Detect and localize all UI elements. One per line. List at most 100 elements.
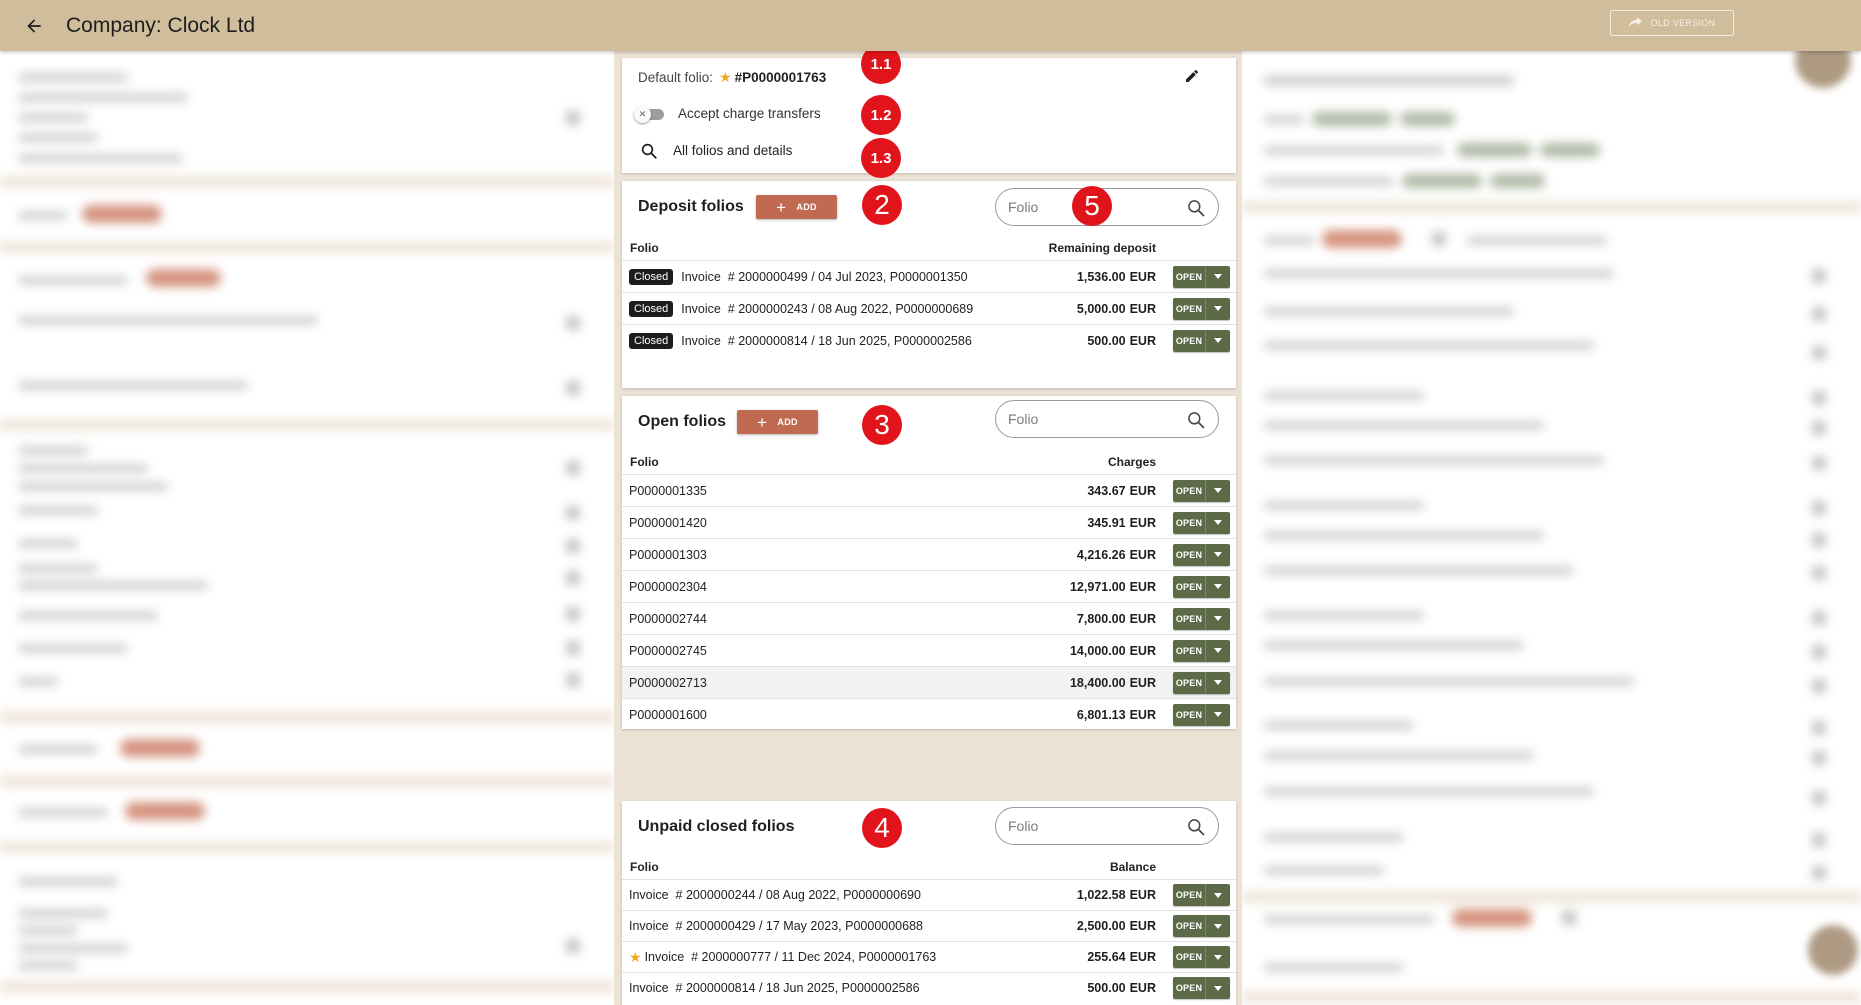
open-button[interactable]: OPEN — [1173, 479, 1205, 502]
table-row[interactable]: P0000001303 4,216.26 EUR OPEN — [622, 538, 1236, 570]
table-row[interactable]: P0000002304 12,971.00 EUR OPEN — [622, 570, 1236, 602]
search-icon[interactable] — [1186, 410, 1206, 430]
table-row[interactable]: P0000002713 18,400.00 EUR OPEN — [622, 666, 1236, 698]
amount-cell: 343.67 EUR — [1087, 484, 1156, 498]
folio-text: Invoice # 2000000777 / 11 Dec 2024, P000… — [644, 950, 937, 964]
open-folio-search-input[interactable] — [1008, 411, 1178, 427]
folio-text: P0000001335 — [629, 483, 707, 498]
amount-value: 500.00 — [1087, 333, 1126, 348]
unpaid-col-balance: Balance — [1109, 860, 1156, 874]
open-button[interactable]: OPEN — [1173, 265, 1205, 288]
open-dropdown-button[interactable] — [1205, 607, 1230, 630]
open-dropdown-button[interactable] — [1205, 915, 1230, 937]
open-dropdown-button[interactable] — [1205, 639, 1230, 662]
open-dropdown-button[interactable] — [1205, 297, 1230, 320]
amount-cell: 5,000.00 EUR — [1077, 302, 1156, 316]
table-row[interactable]: P0000001335 343.67 EUR OPEN — [622, 474, 1236, 506]
open-button[interactable]: OPEN — [1173, 607, 1205, 630]
open-button[interactable]: OPEN — [1173, 671, 1205, 694]
folio-text: Invoice # 2000000244 / 08 Aug 2022, P000… — [629, 888, 921, 902]
open-button[interactable]: OPEN — [1173, 543, 1205, 566]
page-title: Company: Clock Ltd — [66, 13, 256, 37]
amount-value: 1,022.58 — [1076, 888, 1126, 902]
open-button-group: OPEN — [1173, 946, 1230, 968]
open-dropdown-button[interactable] — [1205, 543, 1230, 566]
table-row[interactable]: Closed Invoice # 2000000243 / 08 Aug 2022… — [622, 292, 1236, 324]
open-button[interactable]: OPEN — [1173, 884, 1205, 906]
default-folio-label: Default folio: — [638, 70, 714, 85]
open-button[interactable]: OPEN — [1173, 511, 1205, 534]
open-button[interactable]: OPEN — [1173, 946, 1205, 968]
amount-value: 6,801.13 — [1076, 707, 1126, 722]
folio-text: Invoice # 2000000814 / 18 Jun 2025, P000… — [681, 333, 972, 348]
folio-text: P0000002713 — [629, 675, 707, 690]
add-label: ADD — [796, 202, 817, 212]
caret-down-icon — [1214, 954, 1222, 960]
table-row[interactable]: Invoice # 2000000429 / 17 May 2023, P000… — [622, 910, 1236, 941]
unpaid-folios-title: Unpaid closed folios — [638, 818, 795, 835]
open-dropdown-button[interactable] — [1205, 511, 1230, 534]
deposit-col-folio: Folio — [630, 241, 659, 255]
open-button-group: OPEN — [1173, 977, 1230, 999]
table-row[interactable]: Invoice # 2000000814 / 18 Jun 2025, P000… — [622, 972, 1236, 1003]
open-dropdown-button[interactable] — [1205, 946, 1230, 968]
unpaid-folio-search — [995, 807, 1219, 845]
open-button-group: OPEN — [1173, 607, 1230, 630]
table-row[interactable]: Invoice # 2000000244 / 08 Aug 2022, P000… — [622, 879, 1236, 910]
open-dropdown-button[interactable] — [1205, 884, 1230, 906]
old-version-button[interactable]: OLD VERSION — [1610, 10, 1734, 36]
table-row[interactable]: Closed Invoice # 2000000499 / 04 Jul 2023… — [622, 260, 1236, 292]
open-dropdown-button[interactable] — [1205, 703, 1230, 726]
caret-down-icon — [1214, 520, 1222, 525]
open-dropdown-button[interactable] — [1205, 575, 1230, 598]
search-icon[interactable] — [1186, 198, 1206, 218]
table-row[interactable]: P0000002744 7,800.00 EUR OPEN — [622, 602, 1236, 634]
open-dropdown-button[interactable] — [1205, 671, 1230, 694]
open-button-group: OPEN — [1173, 329, 1230, 352]
amount-value: 5,000.00 — [1076, 301, 1126, 316]
open-button[interactable]: OPEN — [1173, 915, 1205, 937]
table-row[interactable]: P0000001420 345.91 EUR OPEN — [622, 506, 1236, 538]
unpaid-closed-folios-card: Unpaid closed folios Folio Balance Invoi… — [622, 801, 1236, 1005]
right-panel-blurred — [1242, 51, 1861, 1005]
table-row[interactable]: P0000002745 14,000.00 EUR OPEN — [622, 634, 1236, 666]
amount-cell: 7,800.00 EUR — [1077, 612, 1156, 626]
caret-down-icon — [1214, 680, 1222, 685]
open-button[interactable]: OPEN — [1173, 297, 1205, 320]
edit-pencil-icon[interactable] — [1184, 68, 1202, 86]
currency: EUR — [1129, 981, 1156, 995]
open-button[interactable]: OPEN — [1173, 575, 1205, 598]
open-dropdown-button[interactable] — [1205, 329, 1230, 352]
folio-cell: P0000001303 — [629, 548, 707, 562]
marker-4: 4 — [862, 808, 902, 848]
open-dropdown-button[interactable] — [1205, 977, 1230, 999]
open-button[interactable]: OPEN — [1173, 977, 1205, 999]
table-row[interactable]: ★ Invoice # 2000000777 / 11 Dec 2024, P00… — [622, 941, 1236, 972]
old-version-label: OLD VERSION — [1650, 18, 1716, 28]
search-icon[interactable] — [1186, 817, 1206, 837]
amount-cell: 1,022.58 EUR — [1077, 888, 1156, 902]
back-arrow-icon[interactable] — [22, 14, 46, 38]
all-folios-link[interactable]: All folios and details — [673, 143, 792, 158]
folio-text: P0000002745 — [629, 643, 707, 658]
floating-chat-button-blurred[interactable] — [1808, 925, 1858, 975]
open-dropdown-button[interactable] — [1205, 265, 1230, 288]
star-icon: ★ — [719, 69, 732, 85]
unpaid-folio-search-input[interactable] — [1008, 818, 1178, 834]
table-row[interactable]: Closed Invoice # 2000000814 / 18 Jun 2025… — [622, 324, 1236, 356]
folio-text: P0000002304 — [629, 579, 707, 594]
open-button[interactable]: OPEN — [1173, 329, 1205, 352]
table-row[interactable]: P0000001600 6,801.13 EUR OPEN — [622, 698, 1236, 730]
amount-cell: 4,216.26 EUR — [1077, 548, 1156, 562]
amount-value: 500.00 — [1087, 981, 1126, 995]
add-deposit-folio-button[interactable]: + ADD — [756, 195, 837, 219]
open-button[interactable]: OPEN — [1173, 639, 1205, 662]
accept-charge-transfers-toggle[interactable]: ✕ — [634, 106, 666, 123]
add-open-folio-button[interactable]: + ADD — [737, 410, 818, 434]
open-dropdown-button[interactable] — [1205, 479, 1230, 502]
amount-value: 1,536.00 — [1076, 269, 1126, 284]
open-button[interactable]: OPEN — [1173, 703, 1205, 726]
folio-cell: Invoice # 2000000244 / 08 Aug 2022, P000… — [629, 888, 921, 902]
marker-5: 5 — [1072, 186, 1112, 226]
deposit-folios-title: Deposit folios — [638, 198, 744, 215]
